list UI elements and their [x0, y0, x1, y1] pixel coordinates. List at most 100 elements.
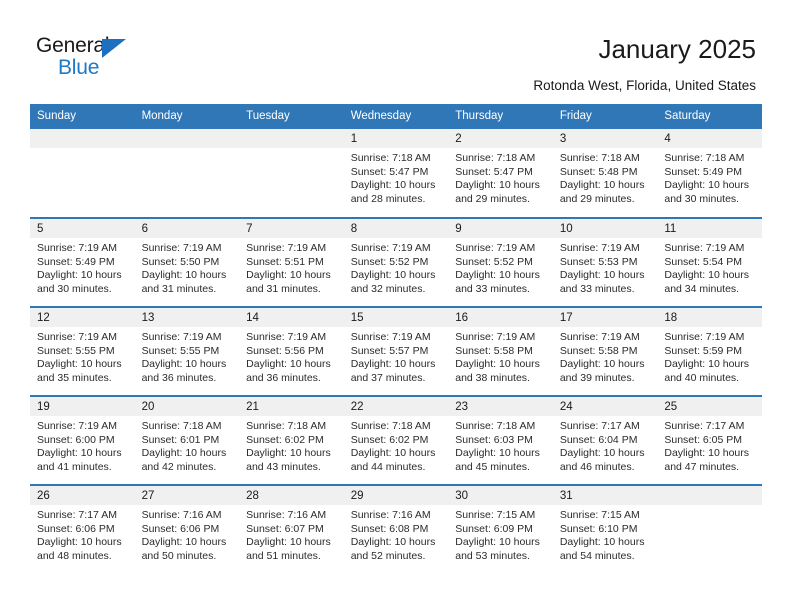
- calendar-day-cell[interactable]: 6 Sunrise: 7:19 AM Sunset: 5:50 PM Daylight…: [134, 217, 240, 307]
- sunrise-text: Sunrise: 7:19 AM: [246, 242, 327, 254]
- weekday-header-saturday: Saturday: [657, 104, 762, 129]
- calendar-day-cell[interactable]: 2 Sunrise: 7:18 AM Sunset: 5:47 PM Daylight…: [448, 129, 553, 218]
- calendar-day-cell[interactable]: 5 Sunrise: 7:19 AM Sunset: 5:49 PM Daylight…: [30, 217, 135, 307]
- calendar-day-cell[interactable]: 26 Sunrise: 7:17 AM Sunset: 6:06 PM Dayligh…: [30, 484, 135, 574]
- calendar-day-cell[interactable]: 24 Sunrise: 7:17 AM Sunset: 6:04 PM Dayligh…: [552, 395, 658, 485]
- daylight-text-line2: and 48 minutes.: [37, 549, 112, 562]
- calendar-day-cell[interactable]: 13 Sunrise: 7:19 AM Sunset: 5:55 PM Dayligh…: [134, 306, 240, 396]
- sunrise-text: Sunrise: 7:19 AM: [37, 420, 117, 432]
- day-sun-info: Sunrise: 7:18 AM Sunset: 5:49 PM Daylight:…: [657, 148, 762, 206]
- calendar-day-cell[interactable]: 22 Sunrise: 7:18 AM Sunset: 6:02 PM Dayligh…: [343, 395, 449, 485]
- sunset-text: Sunset: 6:06 PM: [37, 522, 115, 535]
- sunrise-text: Sunrise: 7:18 AM: [350, 420, 431, 432]
- day-number: [239, 129, 344, 148]
- calendar-day-cell[interactable]: 18 Sunrise: 7:19 AM Sunset: 5:59 PM Dayligh…: [657, 306, 762, 396]
- sunrise-text: Sunrise: 7:15 AM: [455, 509, 536, 521]
- sunrise-text: Sunrise: 7:18 AM: [559, 152, 640, 164]
- day-sun-info: Sunrise: 7:19 AM Sunset: 5:55 PM Daylight:…: [135, 327, 240, 385]
- sunset-text: Sunset: 5:48 PM: [559, 165, 638, 178]
- daylight-text-line1: Daylight: 10 hours: [664, 179, 750, 191]
- sunrise-text: Sunrise: 7:18 AM: [455, 420, 536, 432]
- daylight-text-line2: and 29 minutes.: [455, 192, 530, 205]
- page-title: January 2025: [598, 34, 756, 64]
- day-number: 2: [448, 129, 553, 148]
- daylight-text-line1: Daylight: 10 hours: [664, 269, 750, 281]
- day-sun-info: Sunrise: 7:19 AM Sunset: 5:55 PM Daylight:…: [30, 327, 135, 385]
- day-number: 16: [448, 308, 553, 327]
- day-sun-info: Sunrise: 7:19 AM Sunset: 5:52 PM Daylight:…: [448, 238, 553, 296]
- day-number: 12: [30, 308, 135, 327]
- calendar-day-cell[interactable]: 25 Sunrise: 7:17 AM Sunset: 6:05 PM Dayligh…: [657, 395, 762, 485]
- daylight-text-line1: Daylight: 10 hours: [350, 358, 436, 370]
- sunrise-text: Sunrise: 7:17 AM: [664, 420, 745, 432]
- sunset-text: Sunset: 5:54 PM: [664, 255, 743, 268]
- sunset-text: Sunset: 5:56 PM: [246, 344, 324, 357]
- calendar-day-cell[interactable]: 30 Sunrise: 7:15 AM Sunset: 6:09 PM Dayligh…: [448, 484, 553, 574]
- sunrise-text: Sunrise: 7:19 AM: [141, 331, 222, 343]
- calendar-day-cell[interactable]: 29 Sunrise: 7:16 AM Sunset: 6:08 PM Dayligh…: [343, 484, 449, 574]
- daylight-text-line2: and 31 minutes.: [141, 282, 217, 295]
- sunrise-text: Sunrise: 7:19 AM: [37, 331, 117, 343]
- day-sun-info: Sunrise: 7:17 AM Sunset: 6:06 PM Daylight:…: [30, 505, 135, 563]
- calendar-day-cell-empty: [134, 129, 240, 218]
- calendar-week-row: 5 Sunrise: 7:19 AM Sunset: 5:49 PM Daylight…: [30, 217, 762, 307]
- day-number: 19: [30, 397, 135, 416]
- calendar-day-cell[interactable]: 15 Sunrise: 7:19 AM Sunset: 5:57 PM Dayligh…: [343, 306, 449, 396]
- daylight-text-line2: and 45 minutes.: [455, 460, 530, 473]
- day-sun-info: Sunrise: 7:16 AM Sunset: 6:07 PM Daylight:…: [239, 505, 344, 563]
- sunrise-text: Sunrise: 7:19 AM: [350, 331, 431, 343]
- calendar-body: 1 Sunrise: 7:18 AM Sunset: 5:47 PM Daylight…: [30, 129, 762, 574]
- calendar-day-cell[interactable]: 27 Sunrise: 7:16 AM Sunset: 6:06 PM Dayligh…: [134, 484, 240, 574]
- brand-logo[interactable]: General Blue: [36, 34, 236, 90]
- calendar-day-cell[interactable]: 11 Sunrise: 7:19 AM Sunset: 5:54 PM Dayligh…: [657, 217, 762, 307]
- daylight-text-line2: and 36 minutes.: [141, 371, 217, 384]
- daylight-text-line2: and 36 minutes.: [246, 371, 321, 384]
- daylight-text-line2: and 50 minutes.: [141, 549, 217, 562]
- day-sun-info: Sunrise: 7:18 AM Sunset: 6:03 PM Daylight:…: [448, 416, 553, 474]
- sunset-text: Sunset: 6:04 PM: [559, 433, 638, 446]
- calendar-day-cell[interactable]: 16 Sunrise: 7:19 AM Sunset: 5:58 PM Dayligh…: [448, 306, 553, 396]
- calendar-day-cell[interactable]: 9 Sunrise: 7:19 AM Sunset: 5:52 PM Daylight…: [448, 217, 553, 307]
- sunset-text: Sunset: 6:10 PM: [559, 522, 638, 535]
- sunrise-text: Sunrise: 7:19 AM: [141, 242, 222, 254]
- sunrise-text: Sunrise: 7:18 AM: [141, 420, 222, 432]
- calendar-day-cell[interactable]: 23 Sunrise: 7:18 AM Sunset: 6:03 PM Dayligh…: [448, 395, 553, 485]
- daylight-text-line2: and 35 minutes.: [37, 371, 112, 384]
- daylight-text-line2: and 37 minutes.: [350, 371, 426, 384]
- day-sun-info: Sunrise: 7:19 AM Sunset: 5:57 PM Daylight:…: [344, 327, 449, 385]
- calendar-day-cell[interactable]: 7 Sunrise: 7:19 AM Sunset: 5:51 PM Daylight…: [239, 217, 344, 307]
- sunrise-text: Sunrise: 7:17 AM: [559, 420, 640, 432]
- calendar-day-cell[interactable]: 21 Sunrise: 7:18 AM Sunset: 6:02 PM Dayligh…: [239, 395, 344, 485]
- daylight-text-line1: Daylight: 10 hours: [350, 179, 436, 191]
- sunset-text: Sunset: 6:02 PM: [246, 433, 324, 446]
- daylight-text-line1: Daylight: 10 hours: [141, 269, 227, 281]
- weekday-header-sunday: Sunday: [30, 104, 135, 129]
- calendar-day-cell[interactable]: 31 Sunrise: 7:15 AM Sunset: 6:10 PM Dayligh…: [552, 484, 658, 574]
- calendar-day-cell[interactable]: 1 Sunrise: 7:18 AM Sunset: 5:47 PM Daylight…: [343, 129, 449, 218]
- sunset-text: Sunset: 5:53 PM: [559, 255, 638, 268]
- day-sun-info: Sunrise: 7:19 AM Sunset: 5:52 PM Daylight:…: [344, 238, 449, 296]
- sunset-text: Sunset: 5:49 PM: [37, 255, 115, 268]
- day-sun-info: Sunrise: 7:17 AM Sunset: 6:05 PM Daylight:…: [657, 416, 762, 474]
- sunset-text: Sunset: 5:50 PM: [141, 255, 220, 268]
- calendar-day-cell[interactable]: 17 Sunrise: 7:19 AM Sunset: 5:58 PM Dayligh…: [552, 306, 658, 396]
- sunrise-text: Sunrise: 7:16 AM: [141, 509, 222, 521]
- sunset-text: Sunset: 5:58 PM: [559, 344, 638, 357]
- sunset-text: Sunset: 6:03 PM: [455, 433, 533, 446]
- weekday-header-friday: Friday: [552, 104, 658, 129]
- day-sun-info: Sunrise: 7:19 AM Sunset: 5:51 PM Daylight:…: [239, 238, 344, 296]
- calendar-day-cell[interactable]: 10 Sunrise: 7:19 AM Sunset: 5:53 PM Dayligh…: [552, 217, 658, 307]
- day-number: 9: [448, 219, 553, 238]
- calendar-day-cell[interactable]: 14 Sunrise: 7:19 AM Sunset: 5:56 PM Dayligh…: [239, 306, 344, 396]
- calendar-day-cell[interactable]: 20 Sunrise: 7:18 AM Sunset: 6:01 PM Dayligh…: [134, 395, 240, 485]
- calendar-day-cell[interactable]: 8 Sunrise: 7:19 AM Sunset: 5:52 PM Daylight…: [343, 217, 449, 307]
- sunset-text: Sunset: 5:52 PM: [350, 255, 429, 268]
- calendar-day-cell[interactable]: 19 Sunrise: 7:19 AM Sunset: 6:00 PM Dayligh…: [30, 395, 135, 485]
- calendar-day-cell[interactable]: 4 Sunrise: 7:18 AM Sunset: 5:49 PM Daylight…: [657, 129, 762, 218]
- day-sun-info: Sunrise: 7:18 AM Sunset: 5:47 PM Daylight:…: [448, 148, 553, 206]
- daylight-text-line1: Daylight: 10 hours: [37, 536, 122, 548]
- calendar-day-cell[interactable]: 3 Sunrise: 7:18 AM Sunset: 5:48 PM Daylight…: [552, 129, 658, 218]
- calendar-day-cell[interactable]: 28 Sunrise: 7:16 AM Sunset: 6:07 PM Dayligh…: [239, 484, 344, 574]
- sunset-text: Sunset: 5:55 PM: [37, 344, 115, 357]
- calendar-day-cell[interactable]: 12 Sunrise: 7:19 AM Sunset: 5:55 PM Dayligh…: [30, 306, 135, 396]
